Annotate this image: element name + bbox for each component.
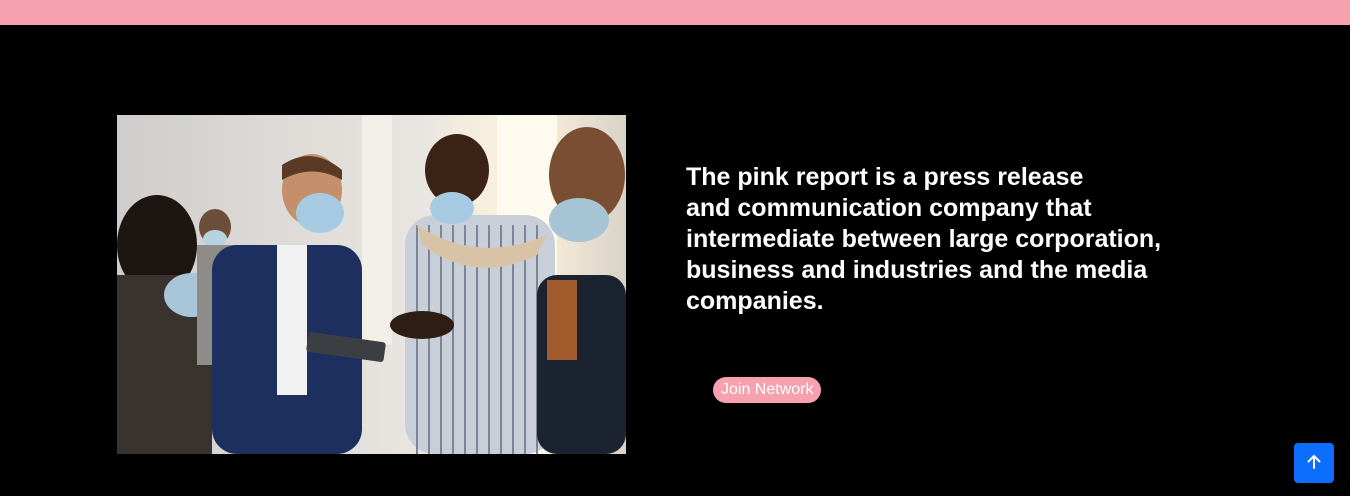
headline-line: intermediate between large corporation, xyxy=(686,225,1162,253)
arrow-up-icon xyxy=(1305,453,1323,474)
top-header-bar xyxy=(0,0,1350,25)
headline-line: The pink report is a press release xyxy=(686,163,1084,191)
hero-headline: The pink report is a press release and c… xyxy=(686,162,1186,317)
headline-line: companies. xyxy=(686,287,824,315)
scroll-to-top-button[interactable] xyxy=(1294,443,1334,483)
hero-image xyxy=(117,115,626,454)
headline-line: and communication company that xyxy=(686,194,1092,222)
headline-line: business and industries and the media xyxy=(686,256,1148,284)
join-network-button[interactable]: Join Network xyxy=(713,377,822,403)
